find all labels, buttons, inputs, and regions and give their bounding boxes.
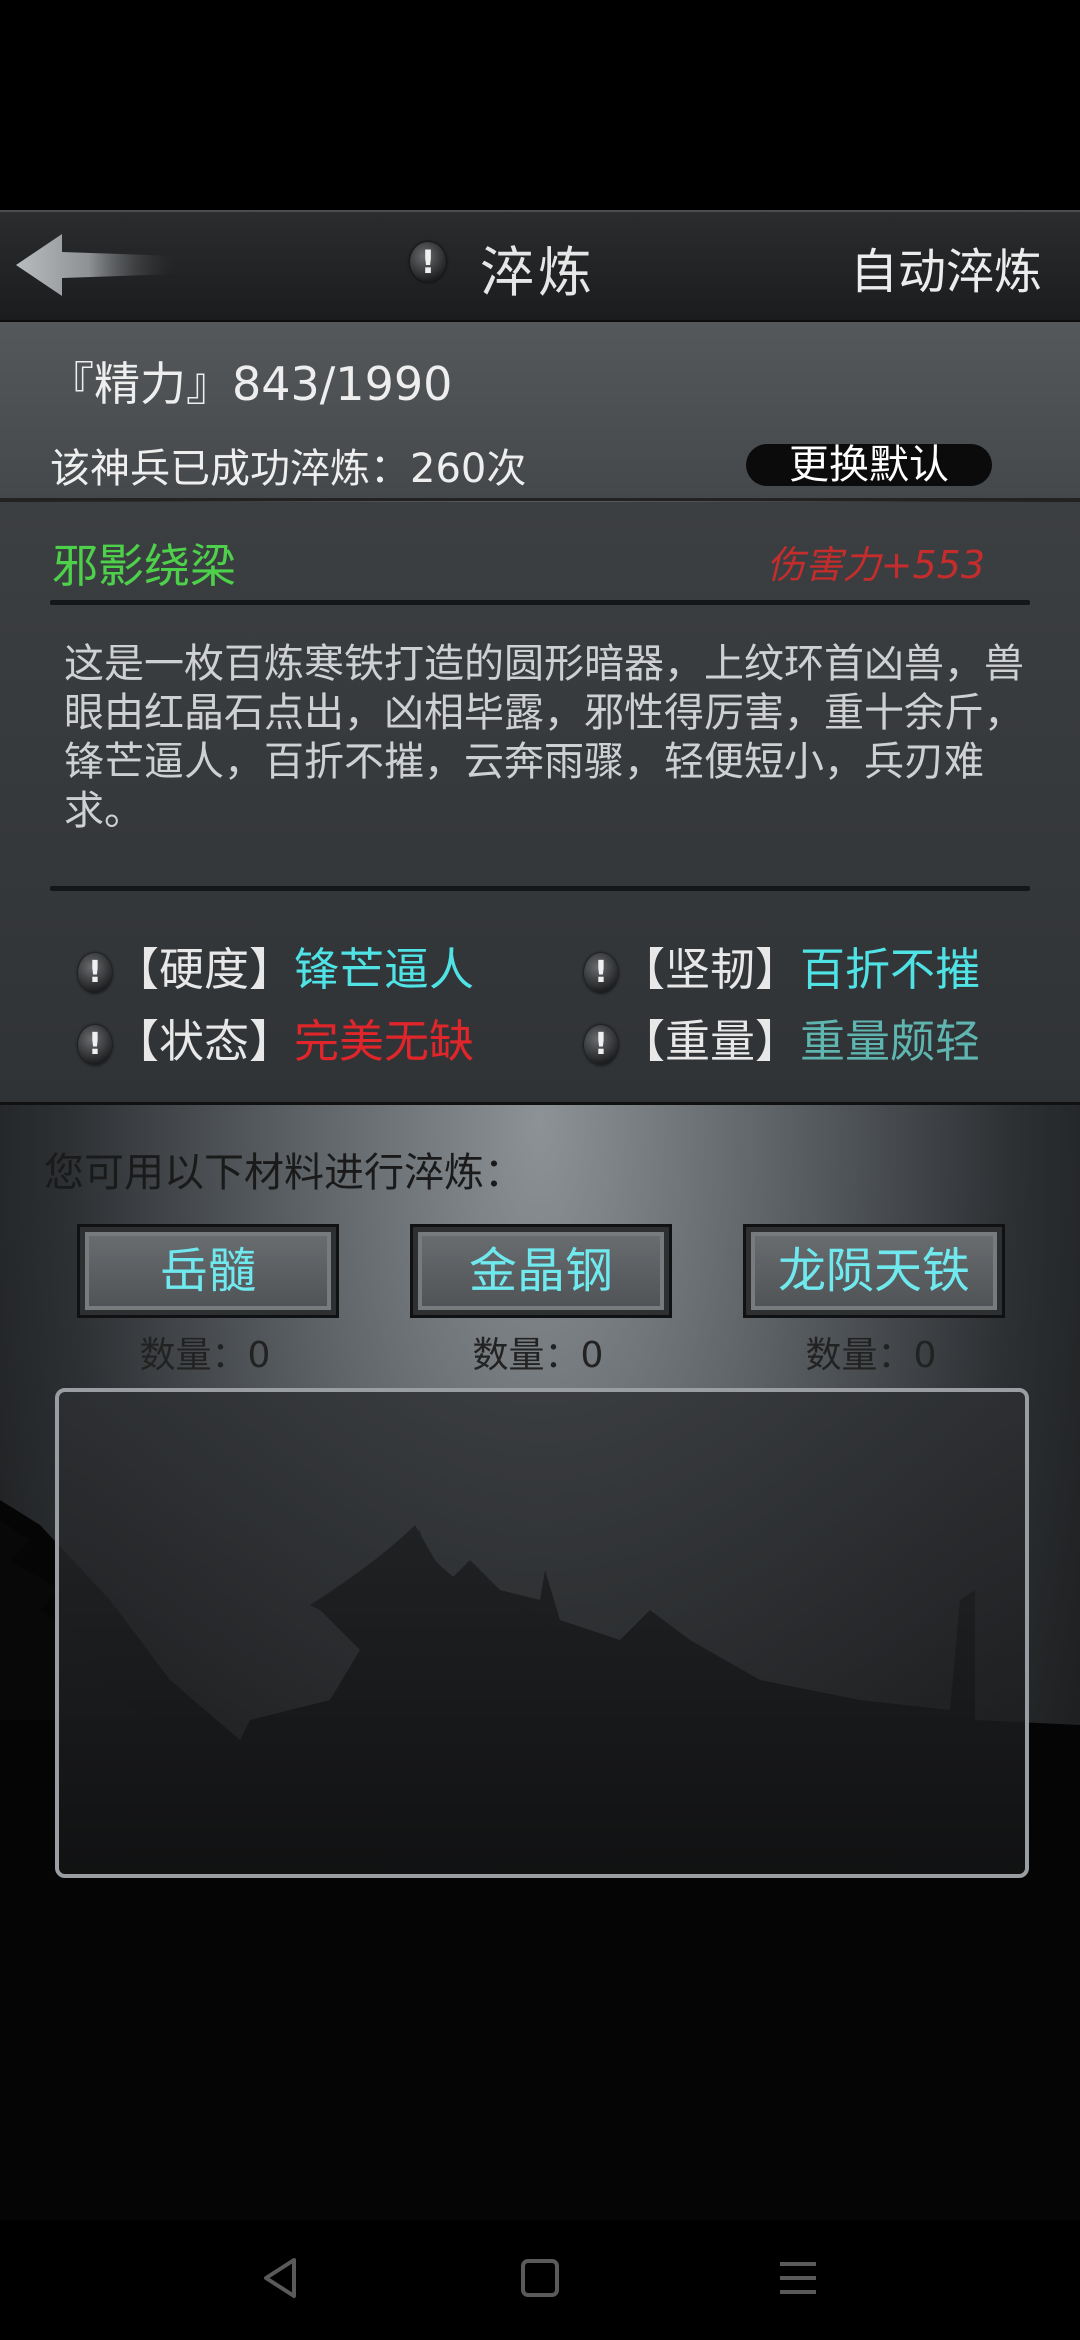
attribute-value: 完美无缺 (294, 1015, 475, 1068)
material-quantity: 数量：0 (139, 1335, 271, 1376)
attribute-weight: ! 【重量】重量颇轻 (584, 1005, 980, 1070)
material-button-longyuntiantie[interactable]: 龙陨天铁 (743, 1224, 1005, 1318)
attribute-label: 【重量】 (620, 1015, 801, 1068)
material-button-yuesui[interactable]: 岳髓 (77, 1224, 339, 1318)
back-triangle-icon (264, 2258, 296, 2298)
attribute-value: 重量颇轻 (800, 1015, 981, 1068)
material-quantity: 数量：0 (805, 1335, 937, 1376)
exclamation-icon[interactable]: ! (78, 1025, 112, 1065)
page-title: 淬炼 (480, 241, 596, 304)
attribute-value: 锋芒逼人 (294, 943, 475, 996)
back-button[interactable] (14, 230, 184, 300)
weapon-description: 这是一枚百炼寒铁打造的圆形暗器，上纹环首凶兽，兽眼由红晶石点出，凶相毕露，邪性得… (64, 641, 1024, 834)
exclamation-icon: ! (410, 242, 446, 282)
attribute-label: 【状态】 (114, 1015, 295, 1068)
menu-lines-icon (780, 2262, 816, 2294)
refine-count-text: 该神兵已成功淬炼：260次 (50, 446, 527, 492)
materials-prompt: 您可用以下材料进行淬炼： (44, 1150, 524, 1196)
exclamation-icon[interactable]: ! (78, 953, 112, 993)
attribute-label: 【硬度】 (114, 943, 295, 996)
title-info-icon[interactable]: ! (410, 242, 446, 282)
attribute-hardness: ! 【硬度】锋芒逼人 (78, 933, 474, 998)
attribute-toughness: ! 【坚韧】百折不摧 (584, 933, 980, 998)
refine-result-box (55, 1388, 1029, 1878)
exclamation-icon[interactable]: ! (584, 1025, 618, 1065)
divider (50, 600, 1030, 605)
nav-home-button[interactable] (510, 2248, 570, 2308)
switch-default-button[interactable]: 更换默认 (746, 444, 992, 486)
status-bar-area (0, 0, 1080, 210)
energy-value: 『精力』843/1990 (48, 357, 453, 411)
material-quantity: 数量：0 (472, 1335, 604, 1376)
divider (50, 886, 1030, 891)
exclamation-icon[interactable]: ! (584, 953, 618, 993)
weapon-name: 邪影绕梁 (52, 539, 236, 593)
auto-refine-button[interactable]: 自动淬炼 (850, 232, 1042, 302)
home-square-icon (521, 2259, 559, 2297)
nav-back-button[interactable] (252, 2248, 312, 2308)
material-button-jinjinggang[interactable]: 金晶钢 (410, 1224, 672, 1318)
nav-menu-button[interactable] (768, 2248, 828, 2308)
attribute-label: 【坚韧】 (620, 943, 801, 996)
attribute-value: 百折不摧 (800, 943, 981, 996)
back-arrow-icon (16, 234, 179, 296)
attribute-condition: ! 【状态】完美无缺 (78, 1005, 474, 1070)
screen: ! 淬炼 自动淬炼 『精力』843/1990 该神兵已成功淬炼：260次 更换默… (0, 0, 1080, 2340)
weapon-damage: 伤害力+553 (766, 543, 985, 587)
